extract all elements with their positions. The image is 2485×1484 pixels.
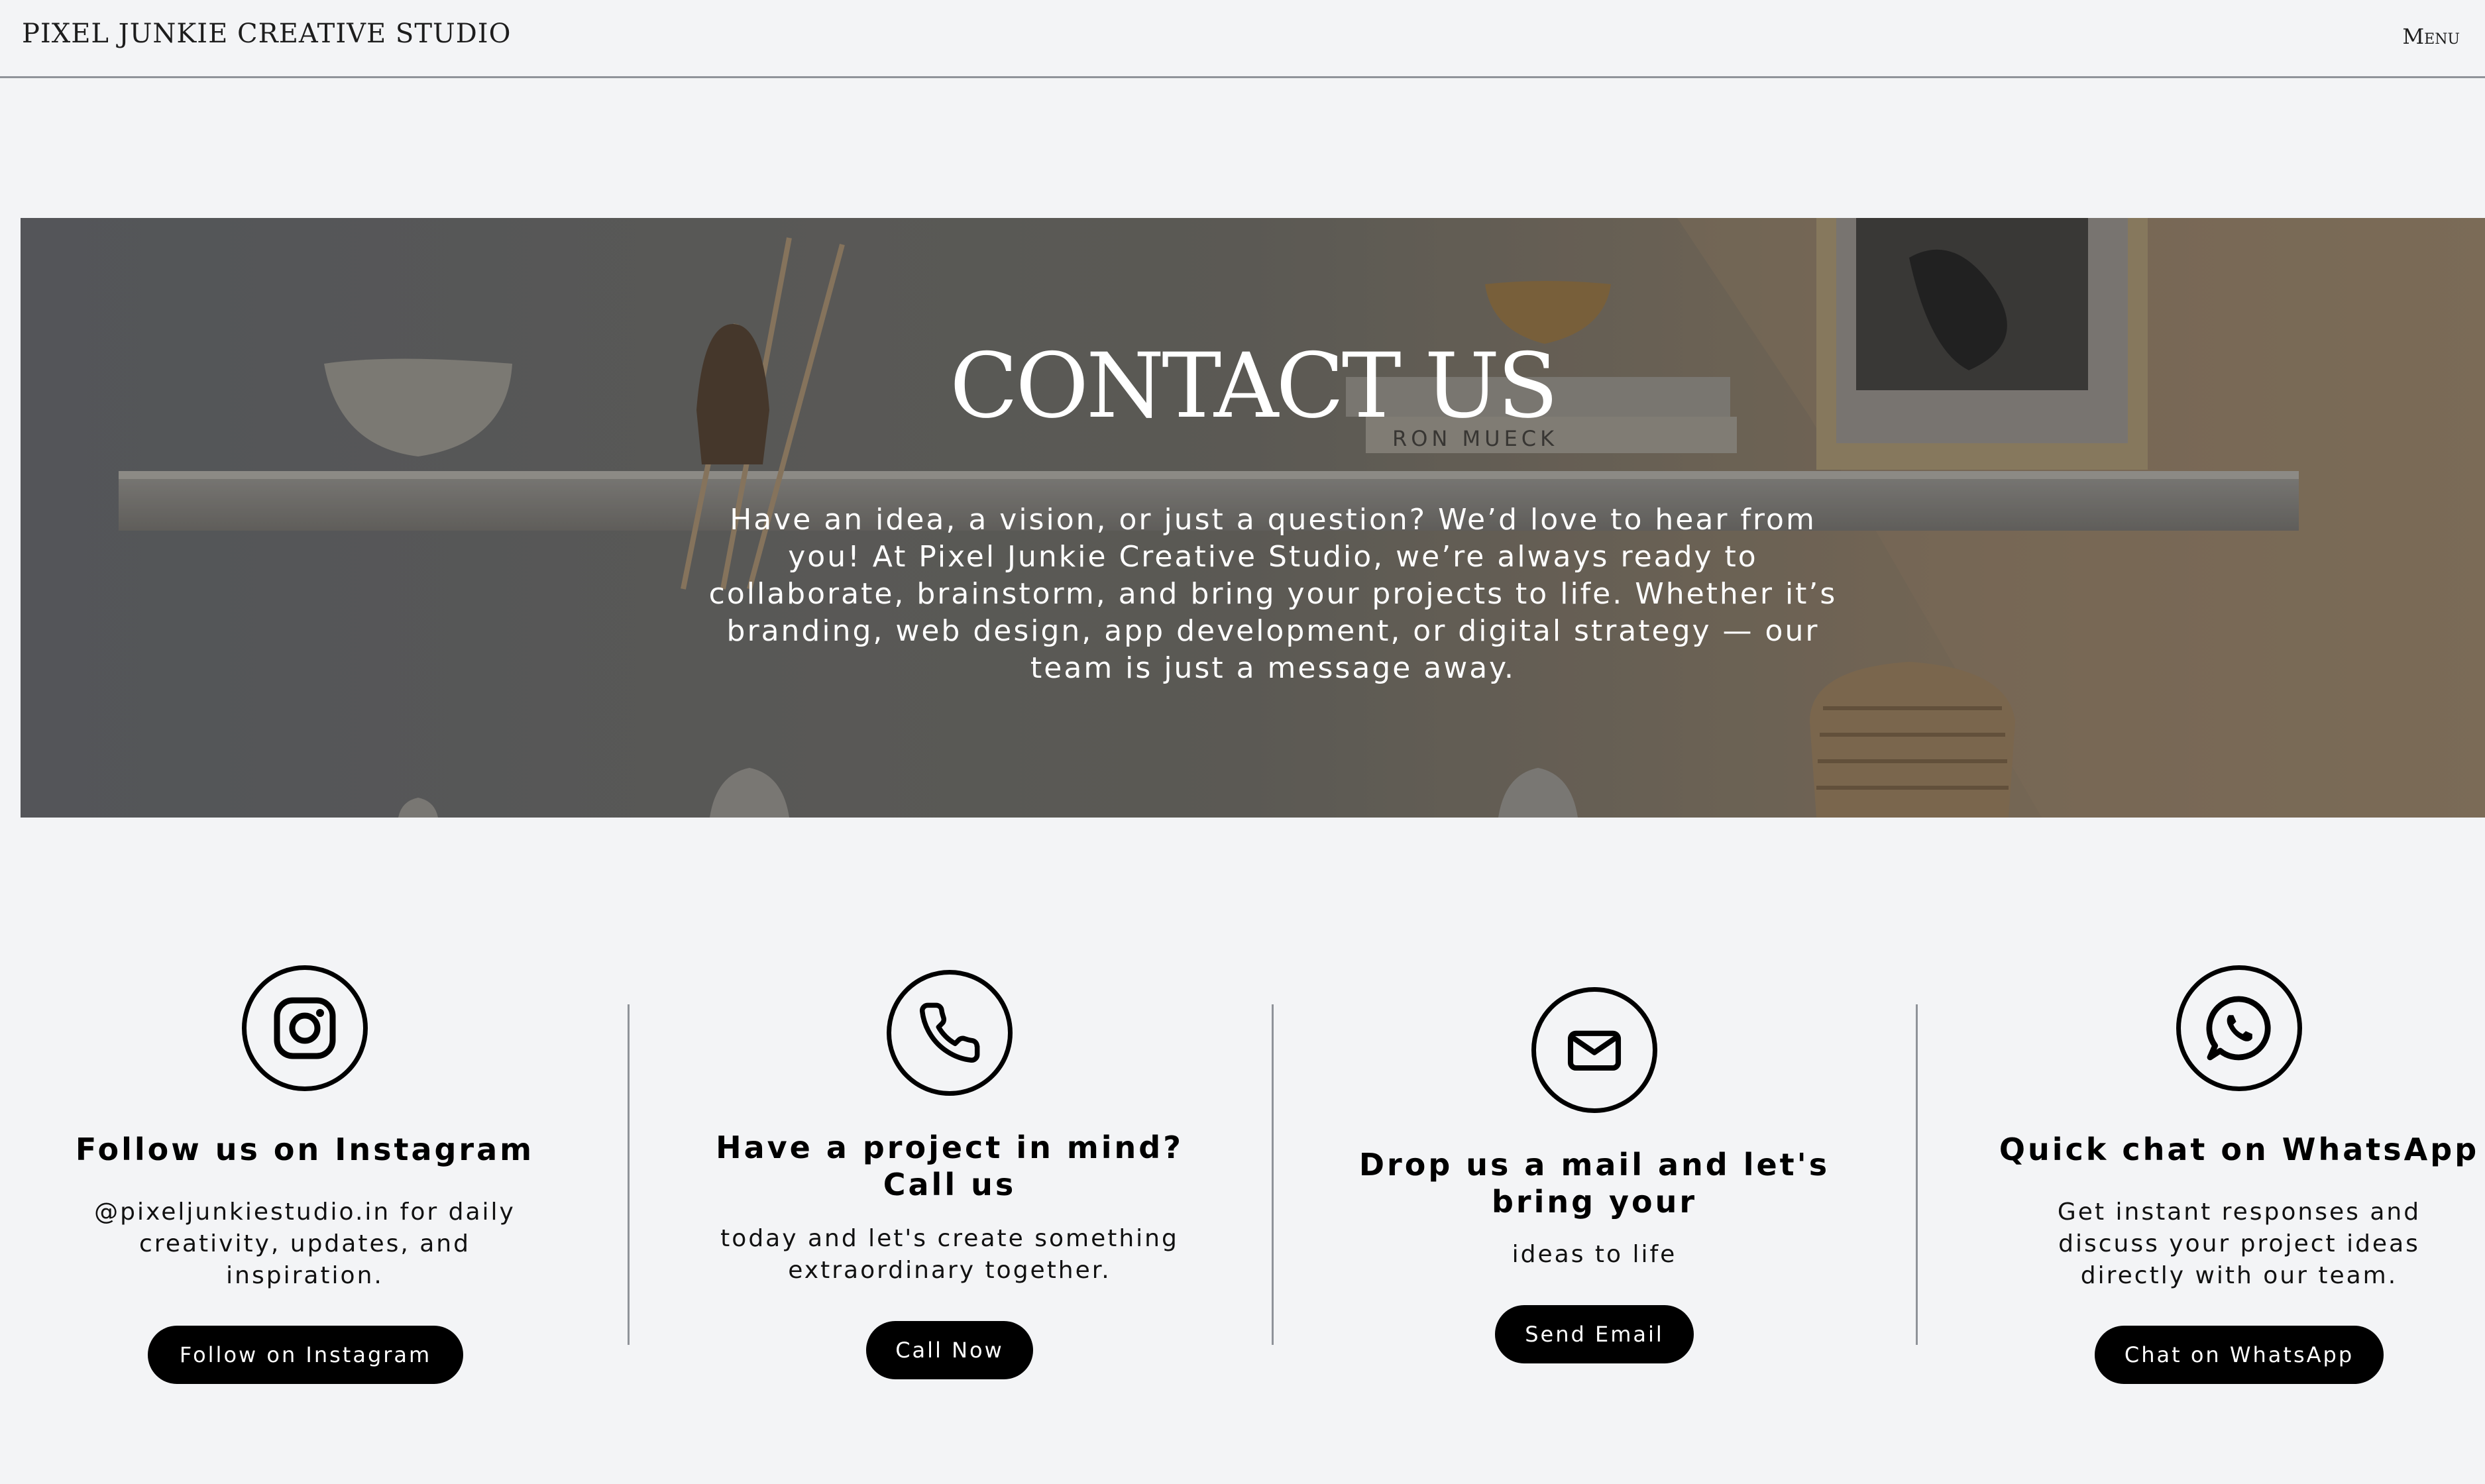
chat-whatsapp-button[interactable]: Chat on WhatsApp [2095,1326,2384,1384]
contact-card-title: Drop us a mail and let's bring your [1358,1147,1830,1220]
menu-button[interactable]: Menu [2402,24,2460,49]
contact-card-text: @pixeljunkiestudio.in for daily creativi… [94,1198,516,1289]
follow-instagram-button[interactable]: Follow on Instagram [148,1326,463,1384]
contact-card-text: ideas to life [1512,1241,1677,1268]
column-divider [1916,1004,1918,1345]
phone-icon[interactable] [887,970,1013,1096]
contact-card-whatsapp: Quick chat on WhatsApp Get instant respo… [1948,954,2485,1418]
contact-card-phone: Have a project in mind? Call us today an… [658,954,1241,1418]
column-divider [628,1004,630,1345]
instagram-icon[interactable] [242,965,368,1091]
column-divider [1272,1004,1274,1345]
page-title: CONTACT US [950,334,1559,438]
call-now-button[interactable]: Call Now [866,1321,1033,1379]
brand-logo-text[interactable]: PIXEL JUNKIE CREATIVE STUDIO [22,19,511,49]
hero-description: Have an idea, a vision, or just a questi… [708,503,1838,685]
whatsapp-icon[interactable] [2176,965,2302,1091]
mail-icon[interactable] [1531,987,1657,1113]
top-navigation-bar: PIXEL JUNKIE CREATIVE STUDIO Menu [0,0,2485,78]
contact-card-email: Drop us a mail and let's bring your idea… [1303,954,1886,1418]
contact-card-instagram: Follow us on Instagram @pixeljunkiestudi… [13,954,596,1418]
contact-card-title: Have a project in mind? Call us [716,1130,1184,1202]
contact-card-text: today and let's create something extraor… [720,1225,1179,1284]
hero-banner: RON MUECK CONTACT US Have an idea, a vis… [21,218,2485,818]
contact-card-title: Follow us on Instagram [75,1132,535,1167]
send-email-button[interactable]: Send Email [1495,1305,1694,1363]
contact-card-title: Quick chat on WhatsApp [1999,1132,2480,1167]
contact-card-text: Get instant responses and discuss your p… [2057,1198,2421,1289]
